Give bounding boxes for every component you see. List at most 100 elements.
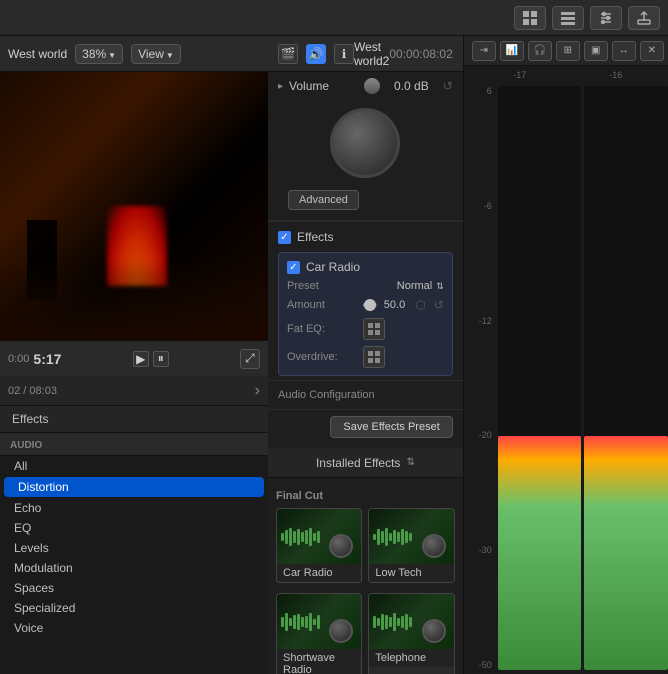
meter-panel: ⇥ 📊 🎧 ⊞ ▣ ↔ ✕ -17 -16 6 -6 -12 -20 -30 -… [463,36,668,674]
preset-value: Normal ⇅ [397,280,444,292]
inspector-title-group: 🎬 🔊 ℹ [278,44,354,64]
car-radio-name: Car Radio [306,260,360,274]
amount-value: 50.0 [384,299,405,311]
wb [393,613,396,631]
meter-btn-2[interactable]: 📊 [500,41,524,61]
installed-effects-area: Installed Effects ⇅ Final Cut [268,448,463,674]
meter-label-6: 6 [468,86,492,96]
overdrive-row: Overdrive: [279,343,452,371]
save-effects-preset-button[interactable]: Save Effects Preset [330,416,452,438]
wb [377,618,380,626]
wb [377,529,380,545]
pause-button[interactable]: ⏸ [153,351,169,367]
timeline-header: 02 / 08:03 › [0,376,268,406]
play-button[interactable]: ▶ [133,351,149,367]
wb [289,618,292,626]
effects-section: ✓ Effects ✓ Car Radio Preset Normal ⇅ [268,221,463,448]
volume-header[interactable]: ▸ Volume 0.0 dB ↺ [268,72,463,100]
audio-spaces-item[interactable]: Spaces [0,578,268,598]
preset-chevron: ⇅ [436,281,444,292]
car-radio-thumb-knob [329,534,353,558]
volume-knob[interactable] [330,108,400,178]
volume-value: 0.0 dB [394,79,429,93]
wb [389,617,392,627]
car-radio-header: ✓ Car Radio [279,257,452,277]
overdrive-grid-button[interactable] [363,346,385,368]
wb [401,529,404,545]
wb [401,616,404,628]
audio-echo-item[interactable]: Echo [0,498,268,518]
installed-effects-header: Installed Effects ⇅ [268,448,463,478]
volume-label: Volume [289,79,329,93]
meter-bars [498,86,668,670]
effects-section-label: Effects [0,406,268,433]
meter-top-labels: -17 -16 [464,66,668,82]
volume-section: ▸ Volume 0.0 dB ↺ Advanced [268,72,463,221]
low-tech-thumb[interactable]: Low Tech [368,508,454,583]
preview-title: West world [8,47,67,61]
car-radio-thumb[interactable]: Car Radio [276,508,362,583]
shortwave-radio-thumb[interactable]: Shortwave Radio [276,593,362,674]
share-button[interactable] [628,6,660,30]
wb [313,619,316,625]
view-control[interactable]: View [131,44,181,64]
meter-controls: ⇥ 📊 🎧 ⊞ ▣ ↔ ✕ [472,41,664,61]
audio-voice-item[interactable]: Voice [0,618,268,638]
timeline-arrow[interactable]: › [255,382,260,400]
telephone-thumb-label: Telephone [369,649,453,667]
installed-effects-sort[interactable]: ⇅ [406,457,414,468]
timeline-track-area: Effects AUDIO All Distortion Echo EQ [0,406,268,674]
effects-checkbox[interactable]: ✓ [278,231,291,244]
low-tech-thumb-knob [422,534,446,558]
meter-top-label-l: -17 [513,70,526,80]
shortwave-thumb-img [277,594,361,649]
wb [393,530,396,544]
wb [281,617,284,627]
telephone-thumb[interactable]: Telephone [368,593,454,674]
advanced-button[interactable]: Advanced [288,190,359,210]
clip-icon[interactable]: 🎬 [278,44,298,64]
amount-slider[interactable] [363,303,378,307]
fullscreen-button[interactable]: ⤢ [240,349,260,369]
audio-modulation-item[interactable]: Modulation [0,558,268,578]
preset-label: Preset [287,280,357,292]
meter-btn-6[interactable]: ↔ [612,41,636,61]
audio-all-item[interactable]: All [0,456,268,476]
shortwave-thumb-knob [329,619,353,643]
list-view-button[interactable] [552,6,584,30]
effects-grid-row-2: Shortwave Radio [276,593,455,674]
low-tech-thumb-img [369,509,453,564]
meter-btn-4[interactable]: ⊞ [556,41,580,61]
volume-mini-knob [364,78,380,94]
audio-specialized-item[interactable]: Specialized [0,598,268,618]
volume-reset-icon[interactable]: ↺ [443,79,453,93]
wb [293,615,296,629]
fat-eq-grid-button[interactable] [363,318,385,340]
amount-lock-icon[interactable]: ⬡ [415,298,425,312]
audio-label: AUDIO [10,440,42,451]
wb [381,614,384,630]
meter-btn-3[interactable]: 🎧 [528,41,552,61]
amount-reset-icon[interactable]: ↺ [434,298,444,312]
preset-row: Preset Normal ⇅ [279,277,452,295]
adjust-button[interactable] [590,6,622,30]
audio-levels-item[interactable]: Levels [0,538,268,558]
grid-view-button[interactable] [514,6,546,30]
wb [405,531,408,543]
meter-btn-5[interactable]: ▣ [584,41,608,61]
wb [281,533,284,541]
audio-eq-item[interactable]: EQ [0,518,268,538]
right-panel: 🎬 🔊 ℹ West world2 00:00:08:02 ▸ Volume 0… [268,36,463,674]
audio-icon[interactable]: 🔊 [306,44,326,64]
info-icon[interactable]: ℹ [334,44,354,64]
car-radio-checkbox[interactable]: ✓ [287,261,300,274]
car-radio-thumb-img [277,509,361,564]
meter-btn-1[interactable]: ⇥ [472,41,496,61]
timecode-current: 5:17 [33,351,61,367]
meter-btn-7[interactable]: ✕ [640,41,664,61]
audio-distortion-item[interactable]: Distortion [4,477,264,497]
wb [373,616,376,628]
zoom-control[interactable]: 38% [75,44,123,64]
car-radio-thumb-label: Car Radio [277,564,361,582]
low-tech-thumb-label: Low Tech [369,564,453,582]
